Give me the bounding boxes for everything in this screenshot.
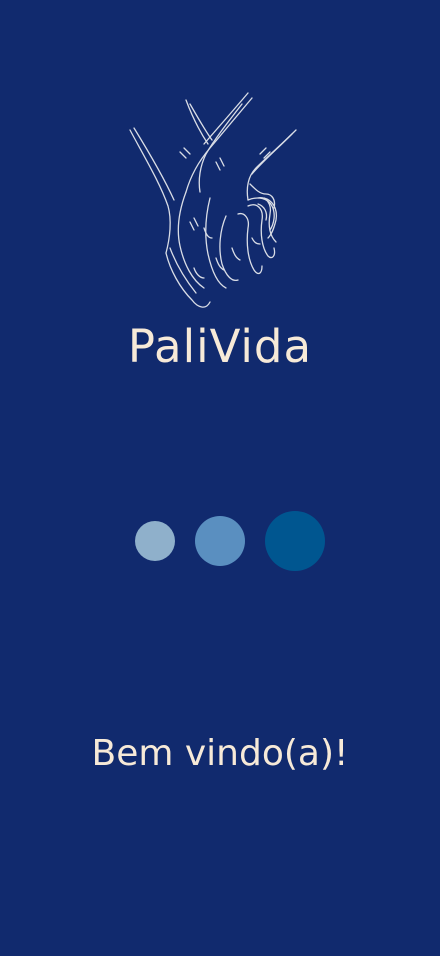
splash-screen: PaliVida Bem vindo(a)! (0, 0, 440, 956)
loading-dot-medium (195, 516, 245, 566)
holding-hands-icon (120, 88, 320, 318)
loading-dot-large (265, 511, 325, 571)
app-name: PaliVida (127, 320, 313, 373)
welcome-text: Bem vindo(a)! (91, 733, 349, 774)
loading-dot-small (135, 521, 175, 561)
